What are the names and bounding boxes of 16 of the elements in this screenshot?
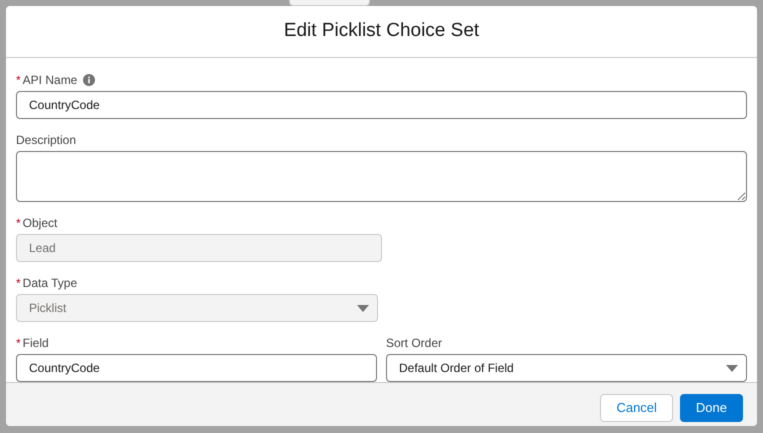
- description-field[interactable]: [16, 151, 747, 202]
- dropdown-field[interactable]: Default Order of Field: [386, 354, 747, 382]
- info-icon[interactable]: [83, 74, 96, 86]
- input-field[interactable]: CountryCode: [16, 91, 747, 119]
- field-label: Sort Order: [386, 335, 442, 352]
- field-label: * Field: [16, 335, 49, 352]
- done-button[interactable]: Done: [680, 394, 743, 422]
- field-label: * Data Type: [16, 275, 78, 292]
- caret-down-icon: [357, 304, 369, 312]
- dialog-title: Edit Picklist Choice Set: [284, 19, 480, 44]
- field-label: Description: [16, 132, 76, 149]
- field-label: * Object: [16, 215, 58, 232]
- field-label: * API Name: [16, 72, 78, 89]
- cancel-button[interactable]: Cancel: [600, 394, 673, 422]
- caret-down-icon: [726, 364, 738, 372]
- input-field[interactable]: CountryCode: [16, 354, 377, 382]
